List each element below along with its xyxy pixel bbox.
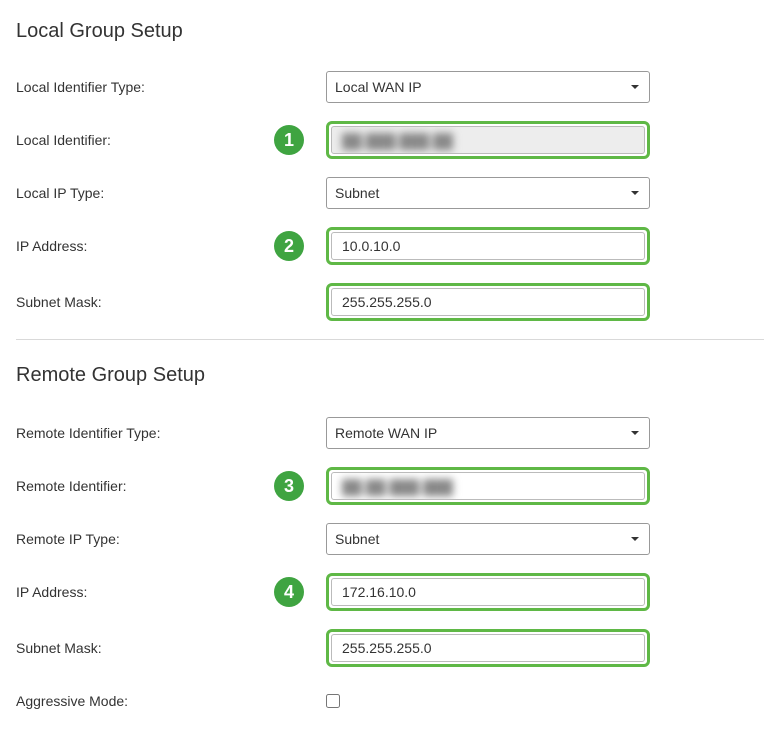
label-aggressive-mode: Aggressive Mode: bbox=[16, 693, 274, 709]
input-local-identifier[interactable]: ██.███.███.██ bbox=[331, 126, 645, 154]
label-local-identifier-type: Local Identifier Type: bbox=[16, 79, 274, 95]
label-local-identifier: Local Identifier: bbox=[16, 132, 274, 148]
input-local-subnet-mask[interactable] bbox=[331, 288, 645, 316]
row-remote-ip-address: IP Address: 4 bbox=[16, 573, 764, 611]
label-remote-identifier: Remote Identifier: bbox=[16, 478, 274, 494]
step-badge-1: 1 bbox=[274, 125, 304, 155]
select-local-ip-type[interactable]: Subnet bbox=[326, 177, 650, 209]
row-local-identifier-type: Local Identifier Type: Local WAN IP bbox=[16, 71, 764, 103]
label-local-ip-type: Local IP Type: bbox=[16, 185, 274, 201]
label-remote-ip-address: IP Address: bbox=[16, 584, 274, 600]
row-local-ip-type: Local IP Type: Subnet bbox=[16, 177, 764, 209]
highlight-local-subnet-mask bbox=[326, 283, 650, 321]
highlight-local-identifier: ██.███.███.██ bbox=[326, 121, 650, 159]
local-group-section: Local Group Setup Local Identifier Type:… bbox=[16, 20, 764, 321]
highlight-remote-ip-address bbox=[326, 573, 650, 611]
label-remote-subnet-mask: Subnet Mask: bbox=[16, 640, 274, 656]
local-group-title: Local Group Setup bbox=[16, 20, 764, 43]
input-remote-subnet-mask[interactable] bbox=[331, 634, 645, 662]
input-remote-identifier[interactable]: ██.██.███.███ bbox=[331, 472, 645, 500]
highlight-remote-identifier: ██.██.███.███ bbox=[326, 467, 650, 505]
select-local-identifier-type[interactable]: Local WAN IP bbox=[326, 71, 650, 103]
row-remote-identifier: Remote Identifier: 3 ██.██.███.███ bbox=[16, 467, 764, 505]
section-divider bbox=[16, 339, 764, 340]
step-badge-4: 4 bbox=[274, 577, 304, 607]
row-remote-identifier-type: Remote Identifier Type: Remote WAN IP bbox=[16, 417, 764, 449]
step-badge-3: 3 bbox=[274, 471, 304, 501]
label-local-ip-address: IP Address: bbox=[16, 238, 274, 254]
remote-group-section: Remote Group Setup Remote Identifier Typ… bbox=[16, 364, 764, 717]
label-remote-ip-type: Remote IP Type: bbox=[16, 531, 274, 547]
select-remote-ip-type[interactable]: Subnet bbox=[326, 523, 650, 555]
row-remote-ip-type: Remote IP Type: Subnet bbox=[16, 523, 764, 555]
row-local-ip-address: IP Address: 2 bbox=[16, 227, 764, 265]
row-aggressive-mode: Aggressive Mode: bbox=[16, 685, 764, 717]
highlight-local-ip-address bbox=[326, 227, 650, 265]
label-local-subnet-mask: Subnet Mask: bbox=[16, 294, 274, 310]
row-local-subnet-mask: Subnet Mask: bbox=[16, 283, 764, 321]
highlight-remote-subnet-mask bbox=[326, 629, 650, 667]
input-local-ip-address[interactable] bbox=[331, 232, 645, 260]
select-remote-identifier-type[interactable]: Remote WAN IP bbox=[326, 417, 650, 449]
step-badge-2: 2 bbox=[274, 231, 304, 261]
row-remote-subnet-mask: Subnet Mask: bbox=[16, 629, 764, 667]
remote-group-title: Remote Group Setup bbox=[16, 364, 764, 387]
row-local-identifier: Local Identifier: 1 ██.███.███.██ bbox=[16, 121, 764, 159]
label-remote-identifier-type: Remote Identifier Type: bbox=[16, 425, 274, 441]
input-remote-ip-address[interactable] bbox=[331, 578, 645, 606]
checkbox-aggressive-mode[interactable] bbox=[326, 694, 340, 708]
